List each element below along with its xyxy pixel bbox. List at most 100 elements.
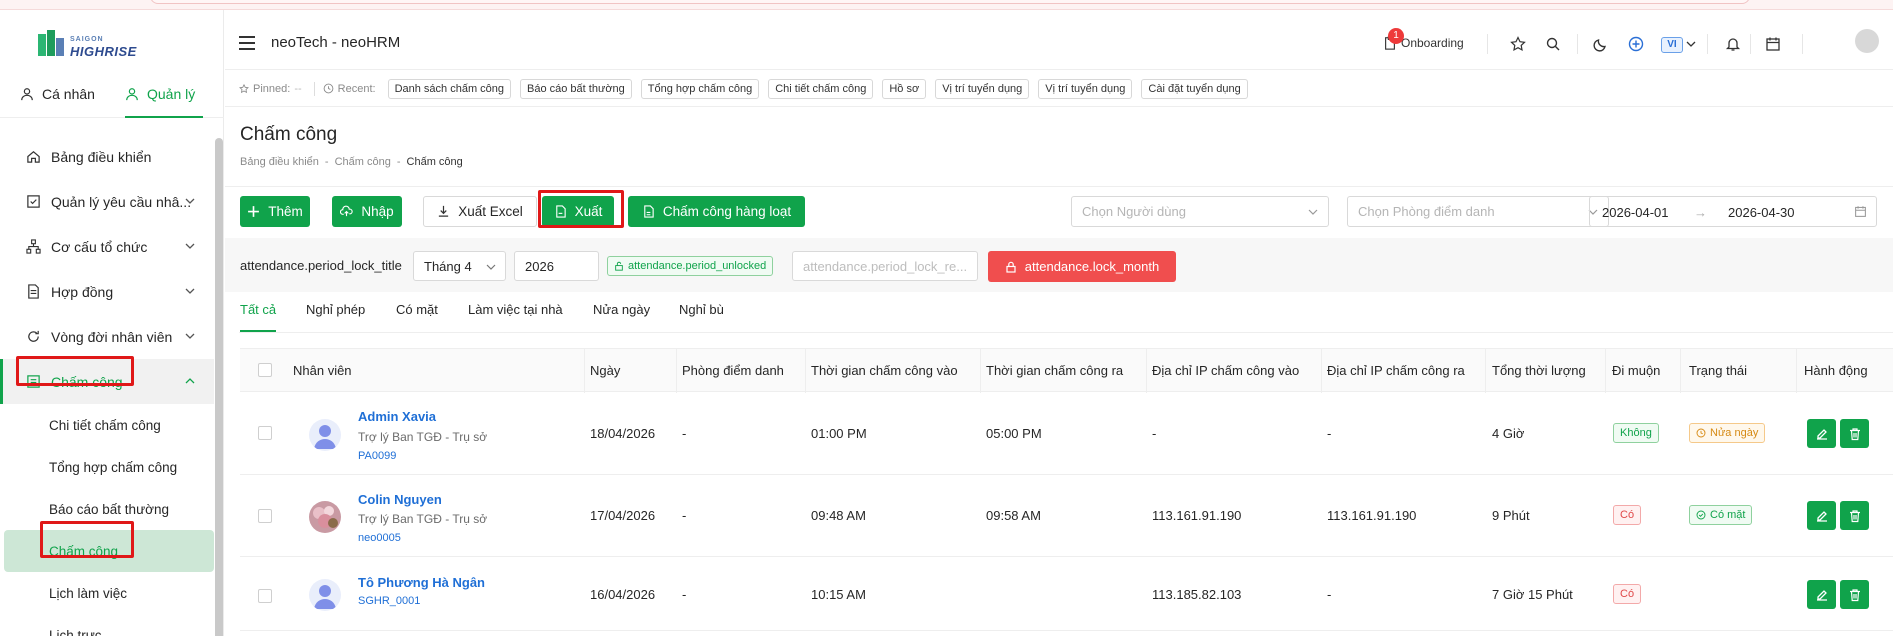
- chevron-down-icon[interactable]: [1685, 36, 1697, 52]
- edit-button[interactable]: [1807, 580, 1836, 609]
- lock-reason-input[interactable]: attendance.period_lock_re...: [792, 251, 978, 281]
- breadcrumb-item[interactable]: Chấm công: [335, 156, 391, 168]
- select-all-checkbox[interactable]: [258, 363, 272, 377]
- edit-button[interactable]: [1807, 501, 1836, 530]
- column-header[interactable]: Nhân viên: [293, 363, 352, 378]
- column-header[interactable]: Thời gian chấm công vào: [811, 363, 958, 378]
- user-select[interactable]: Chọn Người dùng: [1071, 196, 1329, 227]
- sidebar-item-requests[interactable]: Quản lý yêu cầu nhâ...: [0, 179, 214, 224]
- import-button[interactable]: Nhập: [332, 196, 402, 227]
- calendar-icon[interactable]: [1765, 36, 1781, 52]
- chevron-down-icon: [185, 288, 195, 294]
- chevron-down-icon: [486, 264, 496, 270]
- export-excel-button[interactable]: Xuất Excel: [423, 196, 537, 227]
- date-to[interactable]: 2026-04-30: [1728, 205, 1795, 220]
- brand-logo[interactable]: SAIGON HIGHRISE: [36, 24, 156, 64]
- org-chart-icon: [26, 239, 41, 254]
- edit-button[interactable]: [1807, 419, 1836, 448]
- recent-chip[interactable]: Báo cáo bất thường: [520, 78, 632, 99]
- moon-icon[interactable]: [1593, 36, 1609, 52]
- column-header[interactable]: Địa chỉ IP chấm công ra: [1327, 363, 1465, 378]
- delete-button[interactable]: [1840, 501, 1869, 530]
- user-avatar[interactable]: [1855, 29, 1879, 53]
- employee-name-link[interactable]: Admin Xavia: [358, 409, 436, 424]
- date-from[interactable]: 2026-04-01: [1602, 205, 1669, 220]
- column-header[interactable]: Tổng thời lượng: [1492, 363, 1586, 378]
- sidebar-item-contracts[interactable]: Hợp đồng: [0, 269, 214, 314]
- table-row[interactable]: Admin Xavia Trợ lý Ban TGĐ - Trụ sở PA00…: [240, 392, 1893, 475]
- menu-toggle-icon[interactable]: [239, 36, 255, 50]
- plus-circle-icon[interactable]: [1628, 36, 1644, 52]
- sidebar-item-org[interactable]: Cơ cấu tổ chức: [0, 224, 214, 269]
- arrow-right-icon: →: [1694, 205, 1707, 220]
- column-header[interactable]: Thời gian chấm công ra: [986, 363, 1123, 378]
- pinned-recent-bar: Pinned: -- Recent: Danh sách chấm công B…: [225, 71, 1893, 107]
- sidebar-subitem-duty-schedule[interactable]: Lịch trực: [0, 614, 214, 636]
- home-icon: [27, 151, 40, 163]
- late-badge: Không: [1613, 423, 1659, 443]
- employee-code[interactable]: neo0005: [358, 532, 401, 544]
- column-header[interactable]: Trạng thái: [1689, 363, 1747, 378]
- employee-code[interactable]: SGHR_0001: [358, 595, 420, 607]
- row-checkbox[interactable]: [258, 509, 272, 523]
- sidebar-scrollbar[interactable]: [215, 138, 223, 636]
- recent-chip[interactable]: Vị trí tuyển dụng: [1038, 78, 1133, 99]
- delete-button[interactable]: [1840, 580, 1869, 609]
- breadcrumb-item[interactable]: Bảng điều khiển: [240, 156, 319, 168]
- period-status-badge: attendance.period_unlocked: [607, 256, 774, 276]
- month-select[interactable]: Tháng 4: [413, 251, 506, 281]
- tab-present[interactable]: Có mặt: [396, 302, 438, 317]
- sidebar-item-dashboard[interactable]: Bảng điều khiển: [0, 134, 214, 179]
- employee-name-link[interactable]: Tô Phương Hà Ngân: [358, 575, 485, 590]
- status-tabs: Tất cả Nghỉ phép Có mặt Làm việc tại nhà…: [225, 292, 1893, 336]
- recent-chip[interactable]: Tổng hợp chấm công: [640, 78, 760, 99]
- recent-chip[interactable]: Hồ sơ: [882, 78, 927, 99]
- search-icon[interactable]: [1545, 36, 1561, 52]
- sidebar-subitem-attendance-summary[interactable]: Tổng hợp chấm công: [0, 446, 214, 488]
- year-input[interactable]: 2026: [514, 251, 599, 281]
- sidebar-subitem-work-schedule[interactable]: Lịch làm việc: [0, 572, 214, 614]
- employee-name-link[interactable]: Colin Nguyen: [358, 492, 442, 507]
- date-range-picker[interactable]: 2026-04-01 → 2026-04-30: [1589, 196, 1877, 227]
- table-row[interactable]: Colin Nguyen Trợ lý Ban TGĐ - Trụ sở neo…: [240, 475, 1893, 557]
- tab-remote[interactable]: Làm việc tại nhà: [468, 302, 563, 317]
- sidebar-subitem-attendance-detail[interactable]: Chi tiết chấm công: [0, 404, 214, 446]
- recent-chip[interactable]: Vị trí tuyển dụng: [935, 78, 1030, 99]
- column-header[interactable]: Ngày: [590, 363, 620, 378]
- add-button[interactable]: Thêm: [240, 196, 310, 227]
- tab-leave[interactable]: Nghỉ phép: [306, 302, 365, 317]
- star-icon[interactable]: [1510, 36, 1526, 52]
- room-select[interactable]: Chọn Phòng điểm danh: [1347, 196, 1609, 227]
- onboarding-button[interactable]: 1 Onboarding: [1383, 28, 1464, 50]
- sidebar-item-lifecycle[interactable]: Vòng đời nhân viên: [0, 314, 214, 359]
- recent-chip[interactable]: Danh sách chấm công: [387, 78, 512, 99]
- role-tab-manager[interactable]: Quản lý: [125, 86, 204, 118]
- bulk-attendance-button[interactable]: Chấm công hàng loạt: [628, 196, 805, 227]
- bell-icon[interactable]: [1725, 36, 1741, 52]
- column-header[interactable]: Đi muộn: [1612, 363, 1660, 378]
- table-row[interactable]: Tô Phương Hà Ngân SGHR_0001 16/04/2026 -…: [240, 557, 1893, 631]
- cell-ip-in: 113.185.82.103: [1152, 587, 1242, 602]
- calendar-icon: [1855, 206, 1866, 217]
- column-header[interactable]: Phòng điểm danh: [682, 363, 784, 378]
- role-tab-personal[interactable]: Cá nhân: [20, 86, 95, 102]
- employee-position: Trợ lý Ban TGĐ - Trụ sở: [358, 430, 488, 444]
- column-header[interactable]: Hành động: [1804, 363, 1868, 378]
- sidebar-subitem-label: Báo cáo bất thường: [49, 501, 169, 517]
- trash-icon: [1849, 588, 1860, 601]
- employee-position: Trợ lý Ban TGĐ - Trụ sở: [358, 512, 488, 526]
- row-checkbox[interactable]: [258, 589, 272, 603]
- row-checkbox[interactable]: [258, 426, 272, 440]
- tab-compensatory[interactable]: Nghỉ bù: [679, 302, 724, 317]
- tab-half-day[interactable]: Nửa ngày: [593, 302, 650, 317]
- pencil-icon: [1816, 589, 1827, 601]
- lock-month-button[interactable]: attendance.lock_month: [988, 251, 1176, 282]
- recent-chip[interactable]: Chi tiết chấm công: [768, 78, 874, 99]
- delete-button[interactable]: [1840, 419, 1869, 448]
- language-switcher[interactable]: VI: [1661, 37, 1683, 53]
- column-header[interactable]: Địa chỉ IP chấm công vào: [1152, 363, 1299, 378]
- action-toolbar: Thêm Nhập Xuất Excel Xuất Chấm công hàng…: [225, 186, 1893, 238]
- recent-chip[interactable]: Cài đặt tuyển dụng: [1141, 78, 1248, 99]
- employee-code[interactable]: PA0099: [358, 450, 396, 462]
- tab-all[interactable]: Tất cả: [240, 302, 277, 332]
